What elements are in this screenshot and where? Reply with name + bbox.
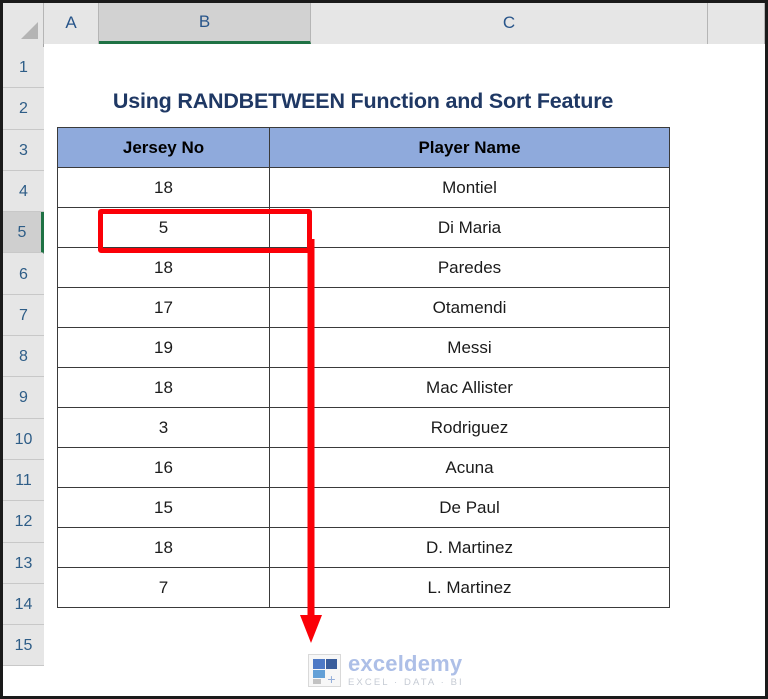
column-header-b[interactable]: B <box>99 3 311 44</box>
logo-square-a <box>313 658 325 669</box>
row-header-strip: 1 2 3 4 5 6 7 8 9 10 11 12 13 14 15 <box>3 44 44 667</box>
table-body: 18 Montiel 5 Di Maria 18 Paredes 17 Otam… <box>57 167 670 608</box>
exceldemy-logo-icon: + <box>308 653 341 687</box>
cell-player-name[interactable]: Montiel <box>269 167 670 208</box>
column-header-c[interactable]: C <box>311 3 708 44</box>
cell-jersey-no[interactable]: 17 <box>57 287 270 328</box>
row-header-14[interactable]: 14 <box>3 583 44 626</box>
row-header-9[interactable]: 9 <box>3 377 44 419</box>
cell-player-name[interactable]: L. Martinez <box>269 567 670 608</box>
logo-plus-icon: + <box>327 670 336 687</box>
row-header-2[interactable]: 2 <box>3 88 44 130</box>
row-header-15[interactable]: 15 <box>3 625 44 667</box>
cell-jersey-no[interactable]: 5 <box>57 207 270 248</box>
cell-player-name[interactable]: Messi <box>269 327 670 368</box>
row-header-11[interactable]: 11 <box>3 460 44 502</box>
cell-jersey-no[interactable]: 19 <box>57 327 270 368</box>
table-row[interactable]: 18 Paredes <box>57 247 670 288</box>
cell-jersey-no[interactable]: 3 <box>57 407 270 448</box>
cell-jersey-no[interactable]: 7 <box>57 567 270 608</box>
watermark-tagline: EXCEL · DATA · BI <box>348 677 464 688</box>
cell-jersey-no[interactable]: 15 <box>57 487 270 528</box>
row-header-10[interactable]: 10 <box>3 418 44 460</box>
table-row[interactable]: 17 Otamendi <box>57 287 670 328</box>
table-row[interactable]: 5 Di Maria <box>57 207 670 248</box>
table-row[interactable]: 16 Acuna <box>57 447 670 488</box>
cell-player-name[interactable]: Rodriguez <box>269 407 670 448</box>
cell-jersey-no[interactable]: 18 <box>57 527 270 568</box>
row-header-13[interactable]: 13 <box>3 542 44 584</box>
watermark-name: exceldemy <box>348 651 463 676</box>
cell-player-name[interactable]: Di Maria <box>269 207 670 248</box>
table-row[interactable]: 3 Rodriguez <box>57 407 670 448</box>
cell-jersey-no[interactable]: 18 <box>57 167 270 208</box>
row-header-1[interactable]: 1 <box>3 47 44 89</box>
table-row[interactable]: 19 Messi <box>57 327 670 368</box>
logo-square-c <box>313 669 325 678</box>
cell-jersey-no[interactable]: 18 <box>57 367 270 408</box>
row-header-5[interactable]: 5 <box>3 212 44 254</box>
row-header-3[interactable]: 3 <box>3 129 44 171</box>
column-header-player-name[interactable]: Player Name <box>269 127 670 168</box>
table-row[interactable]: 18 Montiel <box>57 167 670 208</box>
logo-square-d <box>313 678 321 684</box>
cell-player-name[interactable]: Otamendi <box>269 287 670 328</box>
logo-square-b <box>326 658 337 669</box>
cell-player-name[interactable]: Paredes <box>269 247 670 288</box>
excel-screenshot: Using RANDBETWEEN Function and Sort Feat… <box>0 0 768 699</box>
table-row[interactable]: 7 L. Martinez <box>57 567 670 608</box>
cell-player-name[interactable]: D. Martinez <box>269 527 670 568</box>
table-row[interactable]: 18 Mac Allister <box>57 367 670 408</box>
page-title: Using RANDBETWEEN Function and Sort Feat… <box>112 89 614 113</box>
row-header-12[interactable]: 12 <box>3 501 44 543</box>
cell-player-name[interactable]: De Paul <box>269 487 670 528</box>
column-header-a[interactable]: A <box>44 3 99 44</box>
cell-player-name[interactable]: Acuna <box>269 447 670 488</box>
jersey-player-table: Jersey No Player Name 18 Montiel 5 Di Ma… <box>57 127 670 608</box>
cell-jersey-no[interactable]: 16 <box>57 447 270 488</box>
cell-jersey-no[interactable]: 18 <box>57 247 270 288</box>
watermark-text-block: exceldemy EXCEL · DATA · BI <box>348 653 464 688</box>
exceldemy-watermark: + exceldemy EXCEL · DATA · BI <box>308 653 464 688</box>
row-header-4[interactable]: 4 <box>3 170 44 213</box>
select-all-triangle-icon <box>21 22 38 39</box>
cell-player-name[interactable]: Mac Allister <box>269 367 670 408</box>
table-row[interactable]: 15 De Paul <box>57 487 670 528</box>
column-header-strip: ABC <box>3 3 765 44</box>
column-header-blank[interactable] <box>708 3 765 44</box>
row-header-6[interactable]: 6 <box>3 253 44 295</box>
table-row[interactable]: 18 D. Martinez <box>57 527 670 568</box>
row-header-8[interactable]: 8 <box>3 336 44 378</box>
select-all-corner-button[interactable] <box>3 3 44 44</box>
column-header-jersey-no[interactable]: Jersey No <box>57 127 270 168</box>
row-header-7[interactable]: 7 <box>3 294 44 337</box>
table-header-row: Jersey No Player Name <box>57 127 670 168</box>
